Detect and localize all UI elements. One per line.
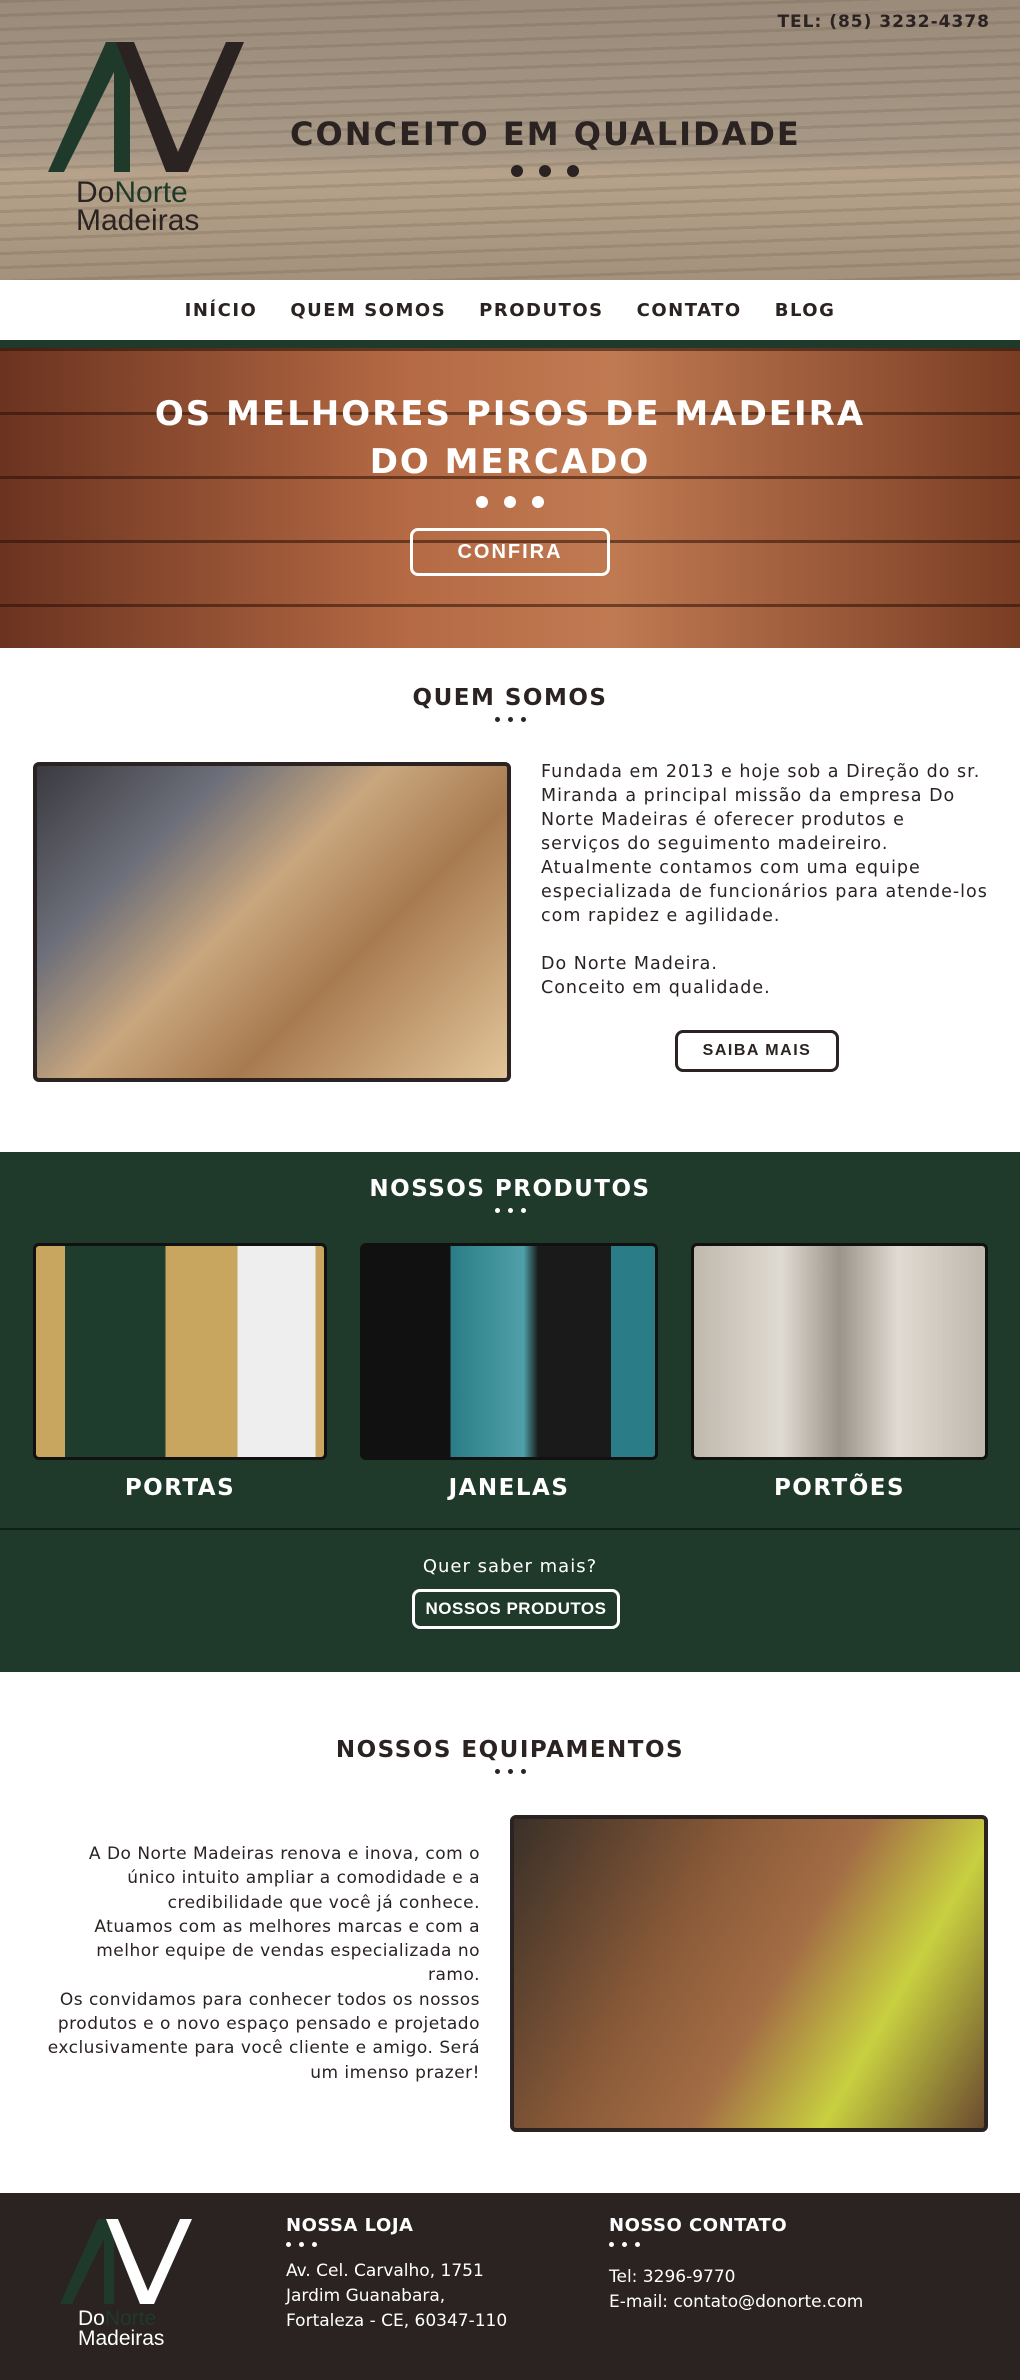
- hero-title-line1: OS MELHORES PISOS DE MADEIRA: [154, 394, 866, 434]
- nossos-produtos-button[interactable]: NOSSOS PRODUTOS: [412, 1589, 620, 1629]
- hero-title: OS MELHORES PISOS DE MADEIRA DO MERCADO: [0, 390, 1020, 486]
- address-line1: Av. Cel. Carvalho, 1751: [286, 2261, 484, 2281]
- footer-logo[interactable]: DoNorte Madeiras: [60, 2219, 200, 2349]
- contact-title: NOSSO CONTATO: [609, 2215, 788, 2236]
- about-title-text: QUEM SOMOS: [412, 685, 608, 711]
- products-title: NOSSOS PRODUTOS: [0, 1176, 1020, 1213]
- nav-blog[interactable]: BLOG: [775, 300, 836, 321]
- product-card-janelas[interactable]: [360, 1243, 658, 1460]
- tagline-text: CONCEITO EM QUALIDADE: [290, 115, 801, 153]
- product-label-portas[interactable]: PORTAS: [33, 1475, 327, 1501]
- hero-title-line2: DO MERCADO: [369, 442, 651, 482]
- equipment-p2: Atuamos com as melhores marcas e com a m…: [94, 1916, 480, 1986]
- product-card-portoes[interactable]: [691, 1243, 988, 1460]
- footer-store: NOSSA LOJA Av. Cel. Carvalho, 1751 Jardi…: [286, 2215, 507, 2334]
- svg-text:Madeiras: Madeiras: [76, 204, 199, 237]
- more-text: Quer saber mais?: [422, 1556, 598, 1577]
- equipment-photo: [510, 1815, 988, 2132]
- nav-inicio[interactable]: INÍCIO: [185, 300, 258, 321]
- about-sign1: Do Norte Madeira.: [541, 954, 718, 974]
- store-title: NOSSA LOJA: [286, 2215, 414, 2236]
- logo[interactable]: DoNorte Madeiras: [48, 42, 258, 242]
- equipment-title-text: NOSSOS EQUIPAMENTOS: [335, 1737, 685, 1763]
- dots-divider: [0, 1769, 1020, 1774]
- footer: DoNorte Madeiras NOSSA LOJA Av. Cel. Car…: [0, 2193, 1020, 2380]
- hero-banner: OS MELHORES PISOS DE MADEIRA DO MERCADO C…: [0, 348, 1020, 648]
- nav-produtos[interactable]: PRODUTOS: [479, 300, 603, 321]
- about-photo: [33, 762, 511, 1082]
- product-label-portoes[interactable]: PORTÕES: [691, 1475, 988, 1501]
- dots-divider: [0, 717, 1020, 722]
- about-text: Fundada em 2013 e hoje sob a Direção do …: [541, 760, 991, 1000]
- product-card-portas[interactable]: [33, 1243, 327, 1460]
- product-label-janelas[interactable]: JANELAS: [360, 1475, 658, 1501]
- header-phone: TEL: (85) 3232-4378: [777, 12, 990, 32]
- main-nav: INÍCIO QUEM SOMOS PRODUTOS CONTATO BLOG: [0, 280, 1020, 340]
- dots-divider: [290, 165, 801, 177]
- nav-divider: [0, 340, 1020, 348]
- tagline: CONCEITO EM QUALIDADE: [290, 115, 801, 177]
- confira-button[interactable]: CONFIRA: [410, 528, 610, 576]
- about-paragraph: Fundada em 2013 e hoje sob a Direção do …: [541, 762, 988, 926]
- svg-text:Madeiras: Madeiras: [78, 2327, 164, 2349]
- nav-quem-somos[interactable]: QUEM SOMOS: [290, 300, 446, 321]
- footer-contact: NOSSO CONTATO Tel: 3296-9770 E-mail: con…: [609, 2215, 863, 2315]
- footer-email[interactable]: E-mail: contato@donorte.com: [609, 2290, 863, 2315]
- equipment-title: NOSSOS EQUIPAMENTOS: [0, 1737, 1020, 1774]
- products-divider: [0, 1528, 1020, 1530]
- equipment-p3: Os convidamos para conhecer todos os nos…: [47, 1989, 480, 2083]
- about-title: QUEM SOMOS: [0, 685, 1020, 722]
- products-title-text: NOSSOS PRODUTOS: [369, 1176, 651, 1202]
- footer-phone: Tel: 3296-9770: [609, 2267, 736, 2287]
- equipment-p1: A Do Norte Madeiras renova e inova, com …: [88, 1844, 480, 1913]
- products-section: NOSSOS PRODUTOS PORTAS JANELAS PORTÕES Q…: [0, 1152, 1020, 1672]
- nav-contato[interactable]: CONTATO: [637, 300, 742, 321]
- address-line2: Jardim Guanabara,: [286, 2286, 446, 2306]
- equipment-text: A Do Norte Madeiras renova e inova, com …: [40, 1842, 480, 2085]
- dots-divider: [0, 1208, 1020, 1213]
- dots-divider: [0, 496, 1020, 508]
- about-sign2: Conceito em qualidade.: [541, 978, 771, 998]
- dots-divider: [286, 2242, 507, 2247]
- dots-divider: [609, 2242, 863, 2247]
- header-banner: TEL: (85) 3232-4378 DoNorte Madeiras CON…: [0, 0, 1020, 280]
- saiba-mais-button[interactable]: SAIBA MAIS: [675, 1030, 839, 1072]
- address-line3: Fortaleza - CE, 60347-110: [286, 2311, 508, 2331]
